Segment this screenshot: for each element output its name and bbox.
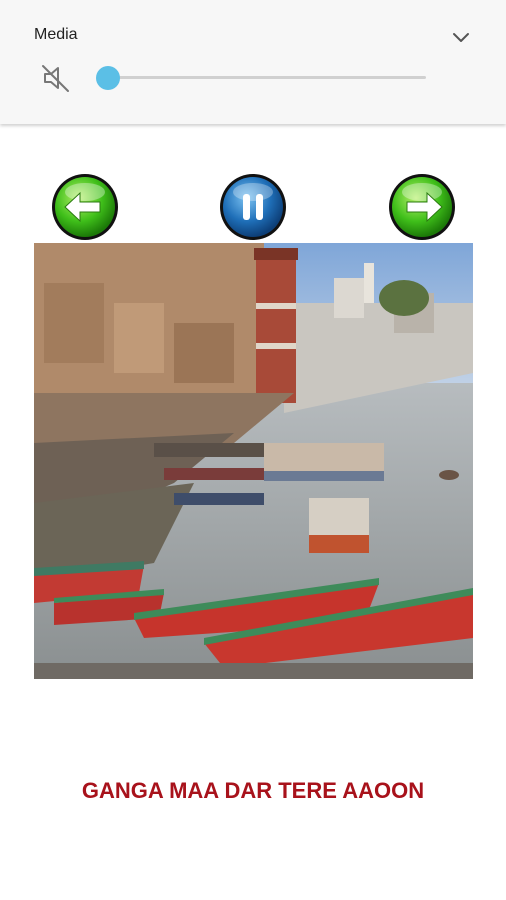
volume-muted-icon[interactable] — [40, 62, 72, 94]
arrow-right-icon — [389, 174, 455, 240]
pause-icon — [220, 174, 286, 240]
song-title: GANGA MAA DAR TERE AAOON — [81, 778, 425, 803]
volume-slider-thumb[interactable] — [96, 66, 120, 90]
pause-button[interactable] — [218, 172, 288, 242]
volume-slider-track — [106, 76, 426, 79]
arrow-left-icon — [52, 174, 118, 240]
media-title: Media — [34, 26, 78, 43]
chevron-down-icon[interactable] — [450, 26, 472, 48]
previous-button[interactable] — [50, 172, 120, 242]
varanasi-ghats-boats-photo — [34, 243, 473, 679]
volume-slider[interactable] — [96, 64, 426, 92]
next-button[interactable] — [387, 172, 457, 242]
media-volume-panel: Media — [0, 0, 506, 124]
